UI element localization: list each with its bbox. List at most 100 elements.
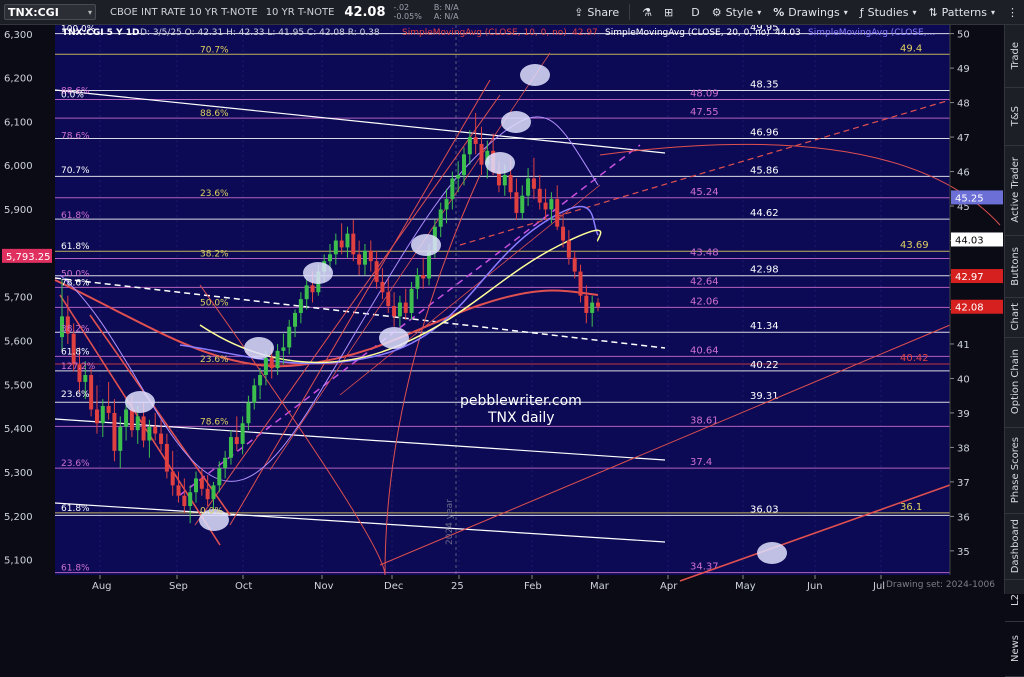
percent-icon: % — [773, 5, 785, 19]
right-tick-label: 38 — [957, 443, 970, 454]
candle-body — [549, 199, 554, 210]
candle-body — [147, 426, 152, 441]
kebab-icon: ⋮ — [1007, 5, 1018, 19]
right-price-marker-label: 42.08 — [955, 303, 984, 314]
candle-body — [153, 426, 158, 434]
level-label: 42.64 — [690, 276, 719, 287]
candle-body — [83, 375, 88, 382]
highlight-circle — [520, 64, 550, 86]
fib-label: 23.6% — [200, 189, 229, 199]
left-tick-label: 5,700 — [4, 293, 33, 304]
drawings-button[interactable]: % Drawings ▾ — [773, 6, 848, 19]
right-tick-label: 41 — [957, 340, 970, 351]
rail-tab-option-chain[interactable]: Option Chain — [1005, 337, 1024, 428]
interval-button[interactable]: D — [691, 6, 699, 19]
rail-tab-t-s[interactable]: T&S — [1005, 87, 1024, 146]
level-label: 42.98 — [750, 265, 779, 276]
kebab-menu-button[interactable]: ⋮ — [1007, 6, 1018, 19]
price-chart[interactable]: 49.9549.448.3548.0947.5546.9645.8645.244… — [0, 23, 1004, 594]
level-label: 43.69 — [900, 240, 929, 251]
x-tick-label: Feb — [524, 581, 542, 592]
candle-body — [403, 302, 408, 313]
bid-ask-block: B: N/A A: N/A — [434, 3, 459, 21]
candle-body — [444, 199, 449, 210]
candle-body — [194, 478, 198, 493]
left-tick-label: 6,000 — [4, 161, 33, 172]
share-button[interactable]: ⇪ Share — [574, 6, 619, 19]
candle-body — [415, 275, 420, 289]
legend-sma10-value: 42.97 — [572, 28, 598, 38]
style-button[interactable]: ⚙ Style ▾ — [712, 6, 762, 19]
grid-button[interactable]: ⊞ — [664, 6, 673, 19]
rail-tab-label: Dashboard — [1009, 518, 1021, 574]
legend-sma20: SimpleMovingAvg (CLOSE, 20, 0, no) — [605, 28, 770, 38]
fib-label: 61.8% — [61, 504, 90, 514]
candle-body — [351, 233, 356, 255]
candle-body — [584, 295, 589, 313]
flask-button[interactable]: ⚗ — [642, 6, 652, 19]
candle-body — [397, 302, 402, 317]
studies-button[interactable]: ƒ Studies ▾ — [860, 6, 917, 19]
highlight-circle — [244, 337, 274, 359]
candle-body — [188, 492, 193, 507]
candle-body — [357, 254, 362, 265]
highlight-circle — [379, 327, 409, 349]
symbol-selector[interactable]: TNX:CGI ▾ — [4, 4, 96, 20]
rail-tab-buttons[interactable]: Buttons — [1005, 235, 1024, 298]
legend-sma50: SimpleMovingAvg (CLOSE,... — [808, 28, 935, 38]
rail-tab-news[interactable]: News — [1005, 621, 1024, 677]
right-tick-label: 39 — [957, 409, 970, 420]
fib-label: 38.2% — [200, 249, 229, 259]
left-tick-label: 6,300 — [4, 30, 33, 41]
rail-tab-phase-scores[interactable]: Phase Scores — [1005, 427, 1024, 514]
candle-body — [100, 406, 105, 424]
left-tick-label: 5,900 — [4, 205, 33, 216]
level-label: 49.4 — [900, 43, 922, 54]
rail-tab-label: Trade — [1009, 42, 1021, 70]
fib-label: 127.2% — [61, 362, 96, 372]
rail-tab-trade[interactable]: Trade — [1005, 25, 1024, 88]
patterns-button[interactable]: ⇅ Patterns ▾ — [928, 6, 995, 19]
rail-tab-l2[interactable]: L2 — [1005, 579, 1024, 622]
x-tick-label: Mar — [590, 581, 610, 592]
x-tick-label: Oct — [235, 581, 252, 592]
candle-body — [176, 485, 181, 496]
chevron-down-icon: ▾ — [912, 7, 917, 17]
right-price-marker-label: 44.03 — [955, 235, 984, 246]
right-tick-label: 37 — [957, 478, 970, 489]
x-tick-label: May — [735, 581, 756, 592]
right-tick-label: 36 — [957, 512, 970, 523]
rail-tab-label: Buttons — [1009, 246, 1021, 286]
rail-tab-label: Phase Scores — [1009, 436, 1021, 504]
rail-tab-label: T&S — [1009, 105, 1021, 127]
rail-tab-dashboard[interactable]: Dashboard — [1005, 513, 1024, 580]
candle-body — [124, 409, 129, 427]
rail-tab-label: Chart — [1009, 303, 1021, 331]
symbol-description: CBOE INT RATE 10 YR T-NOTE — [110, 6, 258, 18]
level-label: 45.24 — [690, 187, 719, 198]
fib-label: 23.6% — [61, 390, 90, 400]
candle-body — [333, 240, 338, 255]
rail-tab-chart[interactable]: Chart — [1005, 297, 1024, 338]
left-tick-label: 6,200 — [4, 74, 33, 85]
candle-body — [380, 281, 385, 293]
x-tick-label: Nov — [314, 581, 334, 592]
chart-area[interactable]: 49.95 49.4 48.35 48.09 47.55 46.96 45.86 45.24 4… — [0, 23, 1004, 594]
candle-body — [386, 292, 391, 307]
share-icon: ⇪ — [574, 5, 584, 19]
candle-body — [374, 261, 379, 282]
rail-tab-active-trader[interactable]: Active Trader — [1005, 145, 1024, 236]
candle-body — [421, 275, 426, 279]
level-label: 45.86 — [750, 165, 779, 176]
fib-label: 61.8% — [61, 211, 90, 221]
left-tick-label: 5,500 — [4, 380, 33, 391]
rail-tab-label: L2 — [1009, 594, 1021, 606]
candle-body — [502, 175, 507, 186]
candle-body — [555, 199, 560, 227]
candle-body — [258, 375, 263, 386]
right-price-marker-label: 45.25 — [955, 193, 984, 204]
top-toolbar: TNX:CGI ▾ CBOE INT RATE 10 YR T-NOTE 10 … — [0, 0, 1024, 25]
highlight-circle — [411, 234, 441, 256]
symbol-text: TNX:CGI — [8, 5, 59, 19]
level-label: 40.42 — [900, 353, 929, 364]
